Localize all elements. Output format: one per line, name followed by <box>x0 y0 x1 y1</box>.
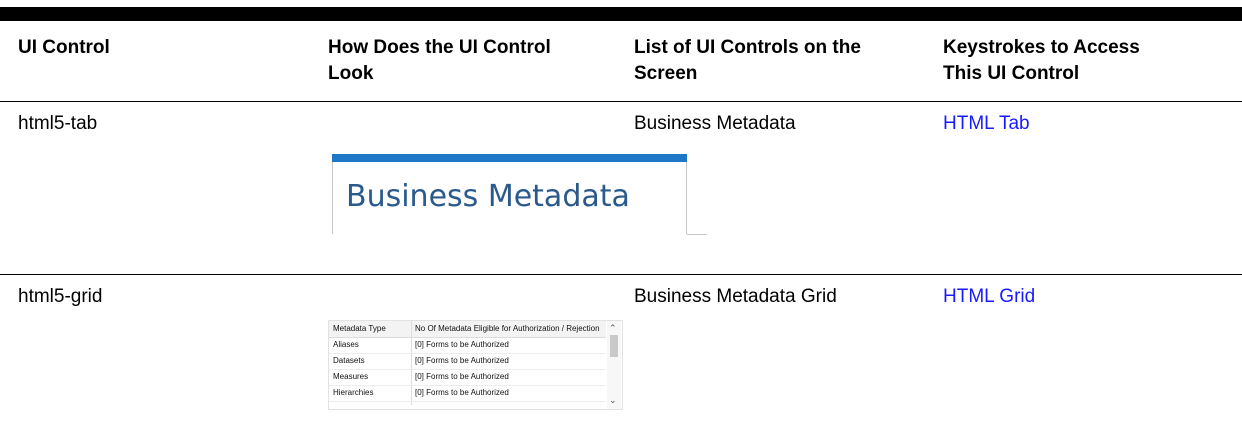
grid-row-type: Datasets <box>333 356 365 365</box>
header-keystrokes-line1: Keystrokes to Access <box>943 37 1140 58</box>
row1-screen-control: Business Metadata <box>634 113 796 134</box>
table-top-border <box>0 7 1242 21</box>
grid-row-value: [0] Forms to be Authorized <box>415 372 509 381</box>
grid-row-type: Hierarchies <box>333 388 374 397</box>
tab-accent-bar <box>332 154 687 162</box>
grid-column-separator <box>411 321 412 405</box>
tab-right-border <box>686 162 687 234</box>
grid-row-value: [0] Forms to be Authorized <box>415 356 509 365</box>
header-ui-control-look: How Does the UI Control Look <box>328 35 551 87</box>
grid-col-eligible-count: No Of Metadata Eligible for Authorizatio… <box>415 324 600 333</box>
tab-label: Business Metadata <box>346 179 630 214</box>
header-ui-control-line1: UI Control <box>18 37 110 58</box>
header-divider <box>0 101 1242 102</box>
header-look-line2: Look <box>328 63 374 84</box>
grid-row-value: [0] Forms to be Authorized <box>415 388 509 397</box>
html-grid-link[interactable]: HTML Grid <box>943 286 1035 307</box>
header-keystrokes: Keystrokes to Access This UI Control <box>943 35 1140 87</box>
grid-row-value: [0] Forms to be Authorized <box>415 340 509 349</box>
row2-control-name: html5-grid <box>18 286 103 307</box>
grid-row-type: Measures <box>333 372 369 381</box>
header-list-line2: Screen <box>634 63 698 84</box>
header-keystrokes-line2: This UI Control <box>943 63 1080 84</box>
header-look-line1: How Does the UI Control <box>328 37 551 58</box>
row-divider <box>0 274 1242 275</box>
row2-screen-control: Business Metadata Grid <box>634 286 837 307</box>
grid-row-type: Aliases <box>333 340 359 349</box>
html-tab-link[interactable]: HTML Tab <box>943 113 1030 134</box>
row1-keystroke-link-cell: HTML Tab <box>943 112 1030 136</box>
grid-row-line <box>329 401 606 402</box>
header-list-line1: List of UI Controls on the <box>634 37 861 58</box>
tab-bottom-border <box>687 234 707 235</box>
grid-col-metadata-type: Metadata Type <box>333 324 386 333</box>
html5-grid-screenshot: Metadata Type No Of Metadata Eligible fo… <box>328 320 623 410</box>
tab-left-border <box>332 162 333 234</box>
grid-scrollbar-thumb <box>610 335 618 357</box>
header-ui-control: UI Control <box>18 35 110 61</box>
row2-keystroke-link-cell: HTML Grid <box>943 285 1035 309</box>
grid-header-row: Metadata Type No Of Metadata Eligible fo… <box>329 321 606 338</box>
header-list-of-controls: List of UI Controls on the Screen <box>634 35 861 87</box>
row1-control-name: html5-tab <box>18 113 98 134</box>
chevron-up-icon: ⌃ <box>609 323 617 333</box>
chevron-down-icon: ⌄ <box>609 395 617 405</box>
html5-tab-screenshot: Business Metadata <box>328 150 708 240</box>
